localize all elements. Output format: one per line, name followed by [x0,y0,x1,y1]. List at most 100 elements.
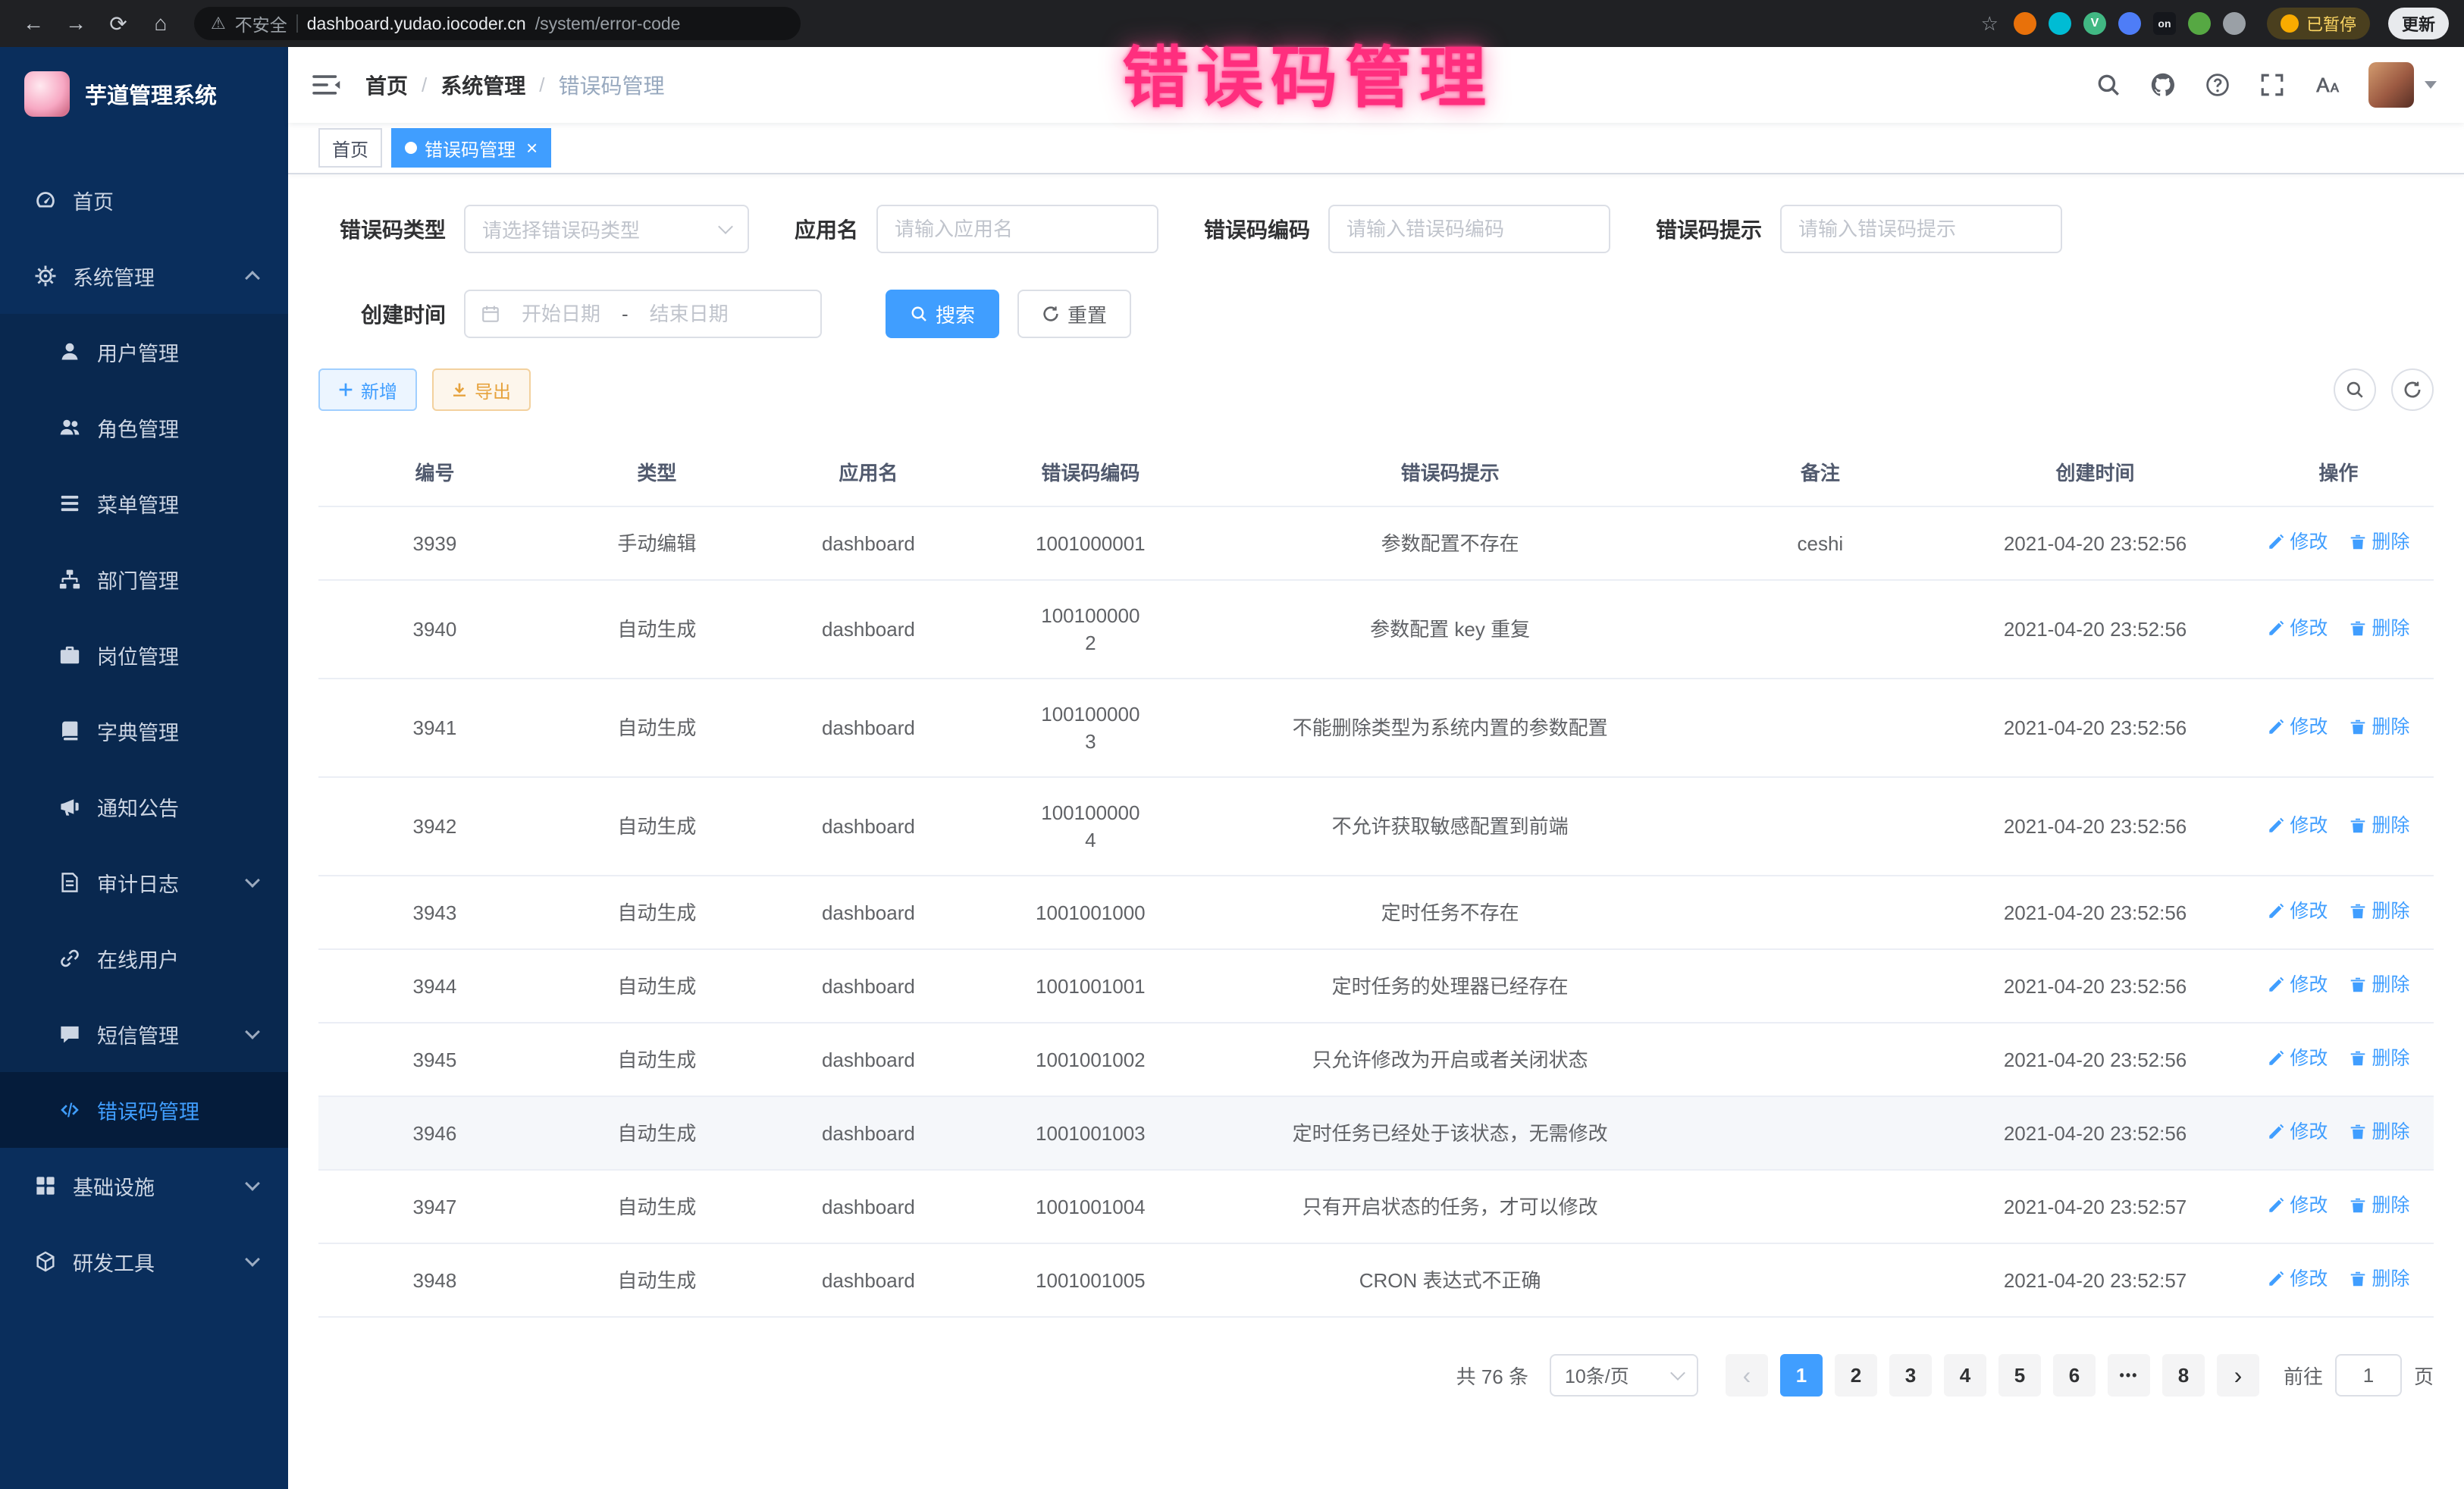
paused-chip[interactable]: 已暂停 [2267,8,2370,39]
browser-back-icon[interactable]: ← [15,5,52,42]
sidebar-item-gear[interactable]: 系统管理 [0,238,288,314]
date-range-picker[interactable]: - [464,290,822,338]
sidebar-item-user[interactable]: 用户管理 [0,314,288,390]
update-button[interactable]: 更新 [2388,8,2449,39]
edit-link[interactable]: 修改 [2267,615,2328,642]
browser-home-icon[interactable]: ⌂ [143,5,179,42]
sidebar-item-sms[interactable]: 短信管理 [0,996,288,1072]
delete-link[interactable]: 删除 [2349,528,2409,556]
browser-reload-icon[interactable]: ⟳ [100,5,136,42]
cell-code: 100100000 4 [974,777,1207,876]
delete-link[interactable]: 删除 [2349,1265,2409,1293]
sidebar-item-notice[interactable]: 通知公告 [0,769,288,845]
sidebar-item-code[interactable]: 错误码管理 [0,1072,288,1148]
browser-toolbar: ← → ⟳ ⌂ ⚠ 不安全 dashboard.yudao.iocoder.cn… [0,0,2464,47]
pager-page-3[interactable]: 3 [1889,1354,1932,1397]
tab-home[interactable]: 首页 [318,128,382,168]
pager-page-6[interactable]: 6 [2053,1354,2096,1397]
close-icon[interactable]: × [526,138,538,158]
pager-next-button[interactable]: › [2217,1354,2259,1397]
sidebar-item-dept[interactable]: 部门管理 [0,541,288,617]
delete-link[interactable]: 删除 [2349,1192,2409,1219]
app-logo[interactable]: 芋道管理系统 [0,47,288,141]
delete-link[interactable]: 删除 [2349,971,2409,998]
sidebar-item-tools[interactable]: 研发工具 [0,1224,288,1299]
user-menu[interactable] [2368,62,2437,108]
edit-link[interactable]: 修改 [2267,528,2328,556]
pager-page-4[interactable]: 4 [1944,1354,1986,1397]
avatar[interactable] [2368,62,2414,108]
edit-link[interactable]: 修改 [2267,1045,2328,1072]
ext-green-icon[interactable] [2188,12,2211,35]
hamburger-icon[interactable] [312,74,341,96]
bookmark-star-icon[interactable]: ☆ [1981,12,1998,36]
question-icon[interactable] [2205,72,2230,98]
sidebar-item-log[interactable]: 审计日志 [0,845,288,920]
vue-devtools-icon[interactable]: V [2083,12,2106,35]
edit-link[interactable]: 修改 [2267,898,2328,925]
add-button[interactable]: 新增 [318,368,417,411]
edit-link[interactable]: 修改 [2267,1265,2328,1293]
delete-link[interactable]: 删除 [2349,898,2409,925]
ext-blue-icon[interactable] [2118,12,2141,35]
pager-page-1[interactable]: 1 [1780,1354,1823,1397]
ext-orange-icon[interactable] [2014,12,2036,35]
pager-page-8[interactable]: 8 [2162,1354,2205,1397]
delete-link[interactable]: 删除 [2349,812,2409,839]
edit-link[interactable]: 修改 [2267,1118,2328,1146]
search-button[interactable]: 搜索 [886,290,999,338]
edit-link[interactable]: 修改 [2267,971,2328,998]
edit-link[interactable]: 修改 [2267,713,2328,741]
delete-link[interactable]: 删除 [2349,713,2409,741]
end-date-input[interactable] [635,303,744,326]
breadcrumb-system[interactable]: 系统管理 [440,70,525,100]
sidebar-item-dict[interactable]: 字典管理 [0,693,288,769]
filter-time-label: 创建时间 [318,299,446,329]
delete-link[interactable]: 删除 [2349,1118,2409,1146]
cell-id: 3940 [318,580,551,679]
sidebar-item-infra[interactable]: 基础设施 [0,1148,288,1224]
delete-link[interactable]: 删除 [2349,1045,2409,1072]
fontsize-icon[interactable] [2314,72,2340,98]
chevron-down-icon [245,1024,260,1039]
pager-prev-button[interactable]: ‹ [1726,1354,1768,1397]
github-icon[interactable] [2150,72,2176,98]
app-name-input[interactable] [895,218,1140,241]
delete-link[interactable]: 删除 [2349,615,2409,642]
profile-emoji-icon [2281,14,2299,33]
cell-code: 1001001003 [974,1096,1207,1170]
pager-ellipsis[interactable]: ••• [2108,1354,2150,1397]
edit-link[interactable]: 修改 [2267,812,2328,839]
page-size-select[interactable]: 10条/页 [1550,1354,1698,1397]
sidebar-item-users[interactable]: 角色管理 [0,390,288,466]
cell-app: dashboard [763,1023,974,1096]
start-date-input[interactable] [506,303,616,326]
search-circle-button[interactable] [2334,368,2376,411]
filter-msg-label: 错误码提示 [1656,214,1762,244]
sidebar-item-post[interactable]: 岗位管理 [0,617,288,693]
error-code-input[interactable] [1346,218,1592,241]
darkreader-icon[interactable]: on [2153,12,2176,35]
ext-teal-icon[interactable] [2049,12,2071,35]
not-secure-label: 不安全 [235,11,287,36]
error-msg-input[interactable] [1798,218,2044,241]
pager-page-5[interactable]: 5 [1998,1354,2041,1397]
breadcrumb-home[interactable]: 首页 [365,70,408,100]
tab-error-code[interactable]: 错误码管理 × [391,128,551,168]
refresh-circle-button[interactable] [2391,368,2434,411]
sidebar-item-online[interactable]: 在线用户 [0,920,288,996]
pager-page-2[interactable]: 2 [1835,1354,1877,1397]
sidebar-item-dashboard[interactable]: 首页 [0,162,288,238]
goto-page-input[interactable] [2335,1354,2402,1397]
search-icon[interactable] [2096,72,2121,98]
cell-code: 1001001004 [974,1170,1207,1243]
address-bar[interactable]: ⚠ 不安全 dashboard.yudao.iocoder.cn/system/… [194,7,801,40]
sidebar-item-menu[interactable]: 菜单管理 [0,466,288,541]
browser-forward-icon[interactable]: → [58,5,94,42]
fullscreen-icon[interactable] [2259,72,2285,98]
export-button[interactable]: 导出 [432,368,531,411]
pushpin-icon[interactable] [2223,12,2246,35]
reset-button[interactable]: 重置 [1017,290,1131,338]
error-type-select[interactable]: 请选择错误码类型 [464,205,749,253]
edit-link[interactable]: 修改 [2267,1192,2328,1219]
